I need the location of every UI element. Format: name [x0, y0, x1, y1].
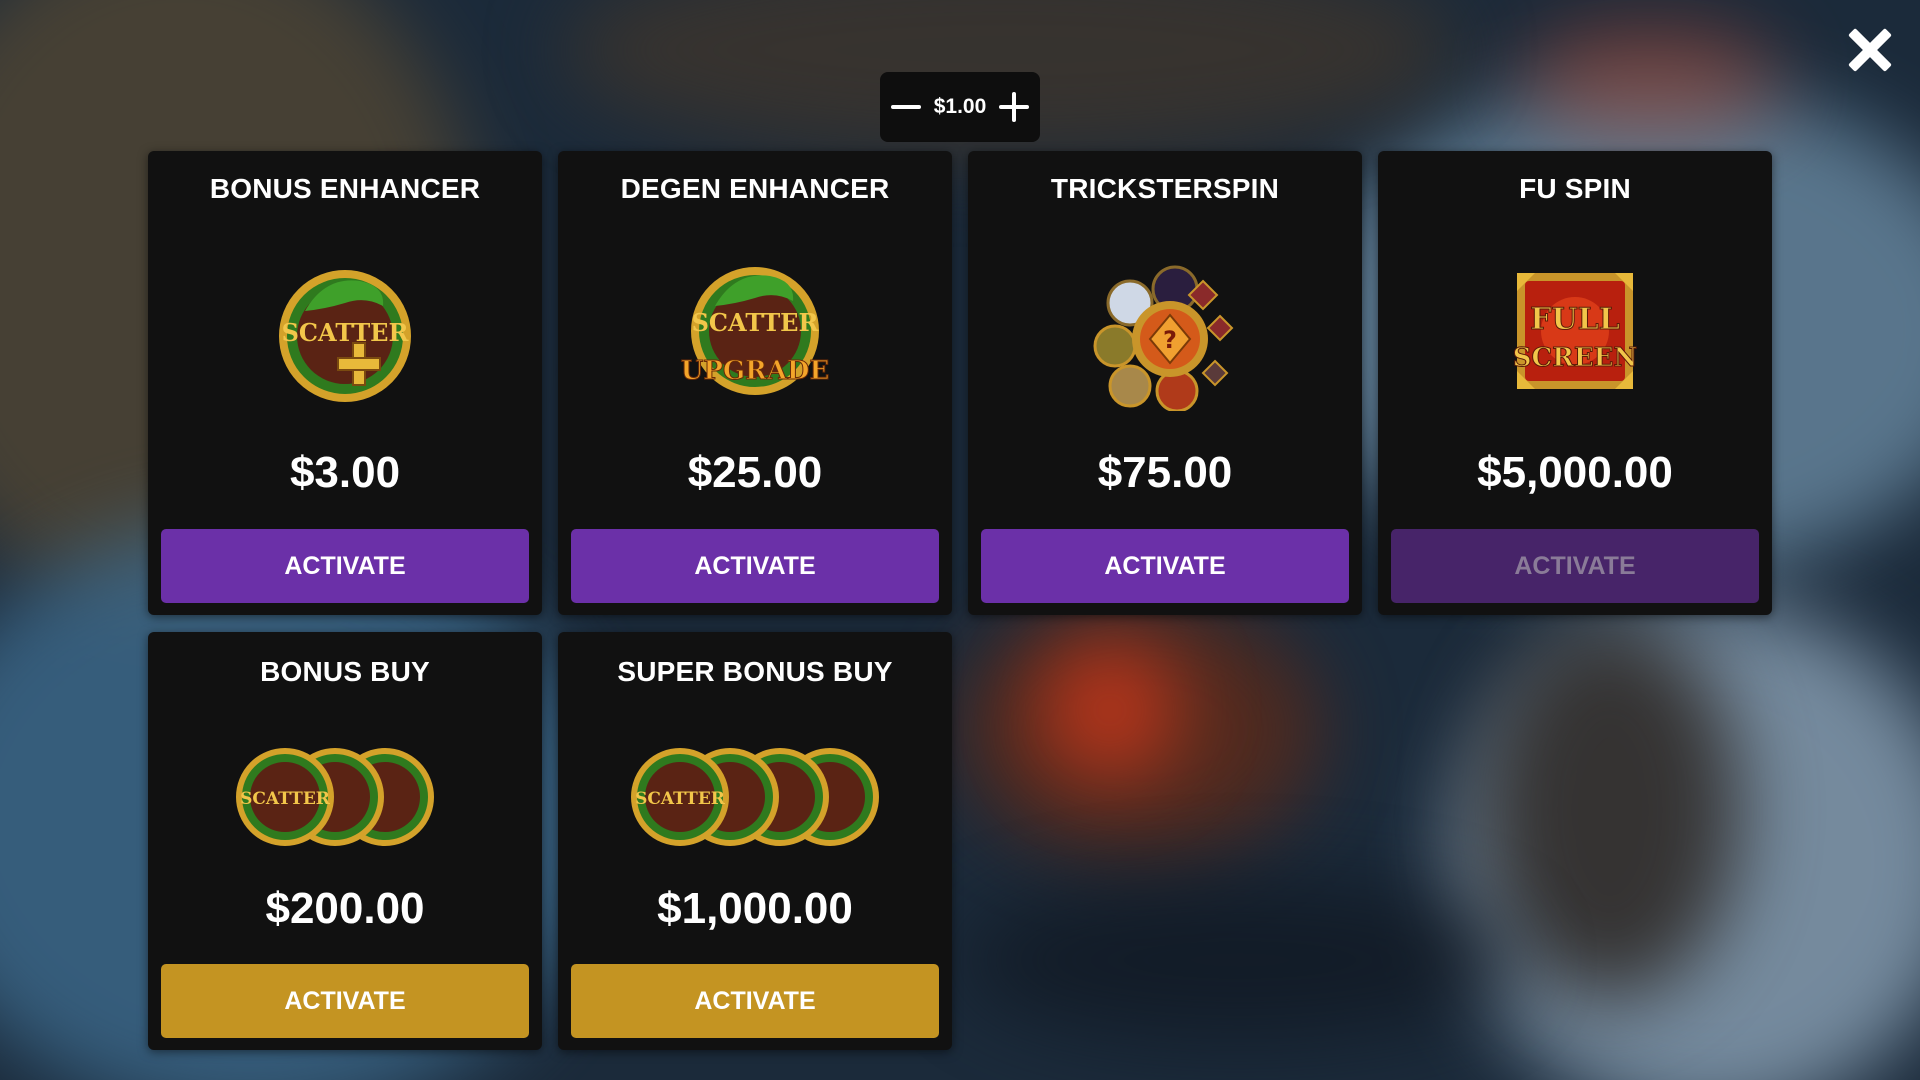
four-scatter-icon: SCATTER	[631, 748, 879, 846]
card-title: SUPER BONUS BUY	[617, 656, 893, 687]
feature-card-trickster-spin: TRICKSTERSPIN ? $75.00 ACTIVATE	[968, 151, 1362, 615]
card-title: TRICKSTERSPIN	[1050, 173, 1280, 204]
card-price: $75.00	[1097, 448, 1233, 497]
close-icon[interactable]	[1846, 26, 1894, 74]
activate-button[interactable]: ACTIVATE	[981, 529, 1349, 603]
activate-button[interactable]: ACTIVATE	[571, 529, 939, 603]
feature-card-fu-spin: FU SPIN FULL SCREEN $5,000.00 ACTIVATE	[1378, 151, 1772, 615]
feature-card-super-bonus-buy: SUPER BONUS BUY SCATTER $1,000.00 ACTIVA…	[558, 632, 952, 1050]
card-title: DEGEN ENHANCER	[620, 173, 890, 204]
svg-text:UPGRADE: UPGRADE	[681, 356, 830, 386]
activate-button-disabled[interactable]: ACTIVATE	[1391, 529, 1759, 603]
svg-text:SCATTER: SCATTER	[240, 789, 331, 809]
activate-button[interactable]: ACTIVATE	[571, 964, 939, 1038]
svg-text:SCATTER: SCATTER	[692, 308, 820, 337]
card-price: $1,000.00	[657, 884, 853, 933]
card-title: FU SPIN	[1519, 173, 1631, 204]
feature-card-bonus-buy: BONUS BUY SCATTER $200.00 ACTIVATE	[148, 632, 542, 1050]
svg-text:FULL: FULL	[1530, 302, 1620, 337]
trickster-wheel-icon: ?	[1093, 265, 1234, 411]
card-price: $5,000.00	[1477, 448, 1673, 497]
activate-button[interactable]: ACTIVATE	[161, 964, 529, 1038]
scatter-upgrade-icon: SCATTER UPGRADE	[680, 267, 830, 395]
card-title: BONUS BUY	[260, 656, 430, 687]
svg-text:SCATTER: SCATTER	[635, 789, 726, 809]
svg-text:?: ?	[1163, 326, 1177, 354]
card-price: $200.00	[265, 884, 425, 933]
svg-text:SCATTER: SCATTER	[282, 318, 410, 347]
full-screen-icon: FULL SCREEN	[1512, 273, 1638, 389]
activate-button[interactable]: ACTIVATE	[161, 529, 529, 603]
increase-bet-button[interactable]	[996, 89, 1032, 125]
bet-stepper: $1.00	[880, 72, 1040, 142]
feature-card-degen-enhancer: DEGEN ENHANCER SCATTER UPGRADE $25.00 AC…	[558, 151, 952, 615]
scatter-plus-icon: SCATTER	[279, 270, 411, 402]
three-scatter-icon: SCATTER	[236, 748, 434, 846]
decrease-bet-button[interactable]	[888, 89, 924, 125]
svg-text:SCREEN: SCREEN	[1513, 343, 1637, 373]
feature-card-bonus-enhancer: BONUS ENHANCER SCATTER $3.00 ACTIVATE	[148, 151, 542, 615]
card-price: $3.00	[289, 448, 401, 497]
card-price: $25.00	[687, 448, 823, 497]
bet-value: $1.00	[933, 95, 987, 118]
card-title: BONUS ENHANCER	[209, 173, 481, 204]
